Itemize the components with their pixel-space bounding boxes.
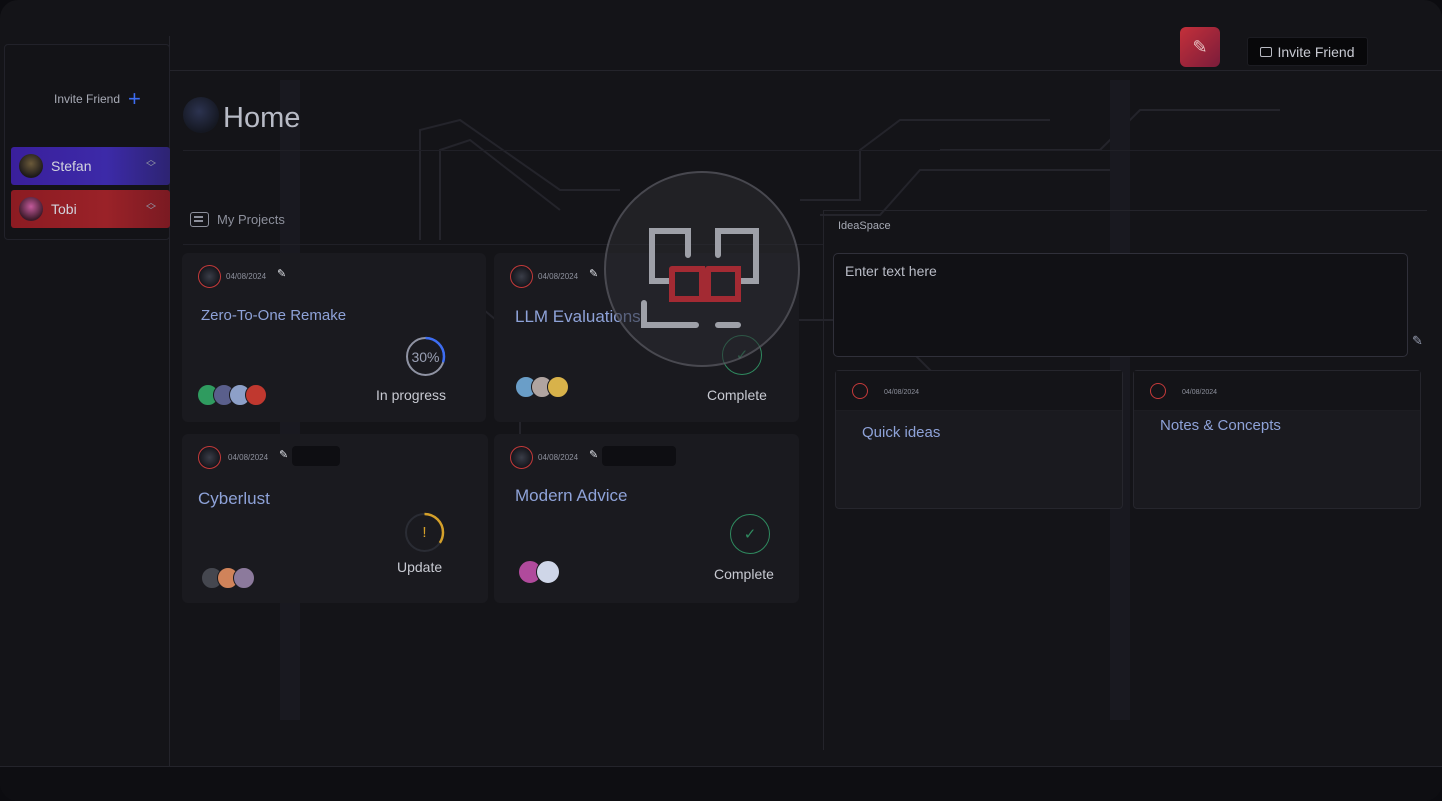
link-logo-icon	[641, 228, 759, 328]
project-card[interactable]: 04/08/2024 ✎ Cyberlust ! Update	[182, 434, 488, 603]
idea-text-input[interactable]	[833, 253, 1408, 357]
member-avatars	[197, 384, 267, 406]
note-card[interactable]: 04/08/2024 Notes & Concepts	[1133, 370, 1421, 509]
avatar	[245, 384, 267, 406]
ideaspace-label: IdeaSpace	[838, 220, 891, 232]
chevron-updown-icon[interactable]: ︿ ﹀	[146, 199, 156, 217]
pencil-icon[interactable]: ✎	[1412, 333, 1423, 349]
avatar	[19, 154, 43, 178]
check-icon: ✓	[743, 526, 757, 543]
ideaspace-divider	[823, 210, 824, 750]
avatar	[233, 567, 255, 589]
app-window: › ✎ Invite Friend Invite Friend + Stefan…	[0, 0, 1442, 801]
pencil-icon[interactable]: ✎	[589, 267, 598, 280]
update-ring: !	[404, 512, 445, 553]
avatar	[536, 560, 560, 584]
link-logo-icon	[1260, 46, 1273, 57]
note-date: 04/08/2024	[884, 389, 920, 396]
page-title: Home	[223, 102, 301, 134]
owner-avatar	[198, 265, 221, 288]
my-projects-label: My Projects	[217, 212, 285, 227]
project-title: Modern Advice	[515, 486, 628, 505]
home-avatar-icon	[183, 97, 219, 133]
member-avatars	[515, 376, 569, 398]
project-date: 04/08/2024	[538, 272, 579, 281]
avatar	[19, 197, 43, 221]
progress-ring: 30%	[405, 336, 446, 377]
app-logo-overlay	[604, 171, 800, 367]
note-title: Notes & Concepts	[1160, 417, 1281, 434]
note-card[interactable]: 04/08/2024 Quick ideas	[835, 370, 1123, 509]
sidebar-item-stefan[interactable]: Stefan ︿ ﹀	[11, 147, 170, 185]
note-header	[1134, 371, 1420, 411]
sidebar-invite-friend[interactable]: Invite Friend +	[54, 86, 141, 111]
user-name: Tobi	[51, 201, 77, 217]
edit-button[interactable]: ✎	[1180, 27, 1220, 67]
project-date: 04/08/2024	[538, 453, 579, 462]
project-card[interactable]: 04/08/2024 ✎ Zero-To-One Remake 30% In p…	[182, 253, 486, 422]
project-status: Complete	[714, 566, 774, 582]
owner-avatar	[510, 265, 533, 288]
user-name: Stefan	[51, 158, 92, 174]
note-date: 04/08/2024	[1182, 389, 1218, 396]
project-title: Cyberlust	[198, 489, 270, 508]
project-status: In progress	[376, 387, 447, 403]
progress-text: 30%	[411, 348, 440, 365]
tag-pill	[602, 446, 676, 466]
owner-avatar	[198, 446, 221, 469]
pencil-icon[interactable]: ✎	[279, 448, 288, 461]
pencil-icon: ✎	[1192, 36, 1208, 57]
project-date: 04/08/2024	[226, 272, 267, 281]
sidebar-invite-label: Invite Friend	[54, 92, 121, 106]
note-status-circle[interactable]	[852, 383, 868, 399]
topbar-divider	[170, 70, 1442, 71]
project-card[interactable]: 04/08/2024 ✎ Modern Advice ✓ Complete	[494, 434, 799, 603]
owner-avatar	[510, 446, 533, 469]
note-status-circle[interactable]	[1150, 383, 1166, 399]
plus-icon: +	[128, 86, 141, 111]
note-header	[836, 371, 1122, 411]
my-projects-heading: My Projects	[190, 212, 285, 227]
chevron-updown-icon[interactable]: ︿ ﹀	[146, 156, 156, 174]
invite-friend-label: Invite Friend	[1277, 43, 1355, 60]
project-title: Zero-To-One Remake	[201, 307, 347, 324]
alert-icon: !	[422, 524, 427, 541]
bottom-band	[0, 767, 1442, 801]
pencil-icon[interactable]: ✎	[589, 448, 598, 461]
complete-ring: ✓	[730, 514, 770, 554]
list-icon	[190, 212, 209, 227]
sidebar-item-tobi[interactable]: Tobi ︿ ﹀	[11, 190, 170, 228]
pencil-icon[interactable]: ✎	[277, 267, 286, 280]
project-status: Update	[397, 559, 443, 575]
project-status: Complete	[707, 387, 767, 403]
note-title: Quick ideas	[862, 424, 941, 441]
avatar	[547, 376, 569, 398]
ideaspace-top-line	[823, 210, 1427, 211]
invite-friend-button[interactable]: Invite Friend	[1247, 37, 1368, 66]
member-avatars	[201, 567, 255, 589]
member-avatars	[518, 560, 560, 584]
header-divider	[183, 150, 1442, 151]
project-date: 04/08/2024	[228, 453, 269, 462]
tag-pill	[292, 446, 340, 466]
